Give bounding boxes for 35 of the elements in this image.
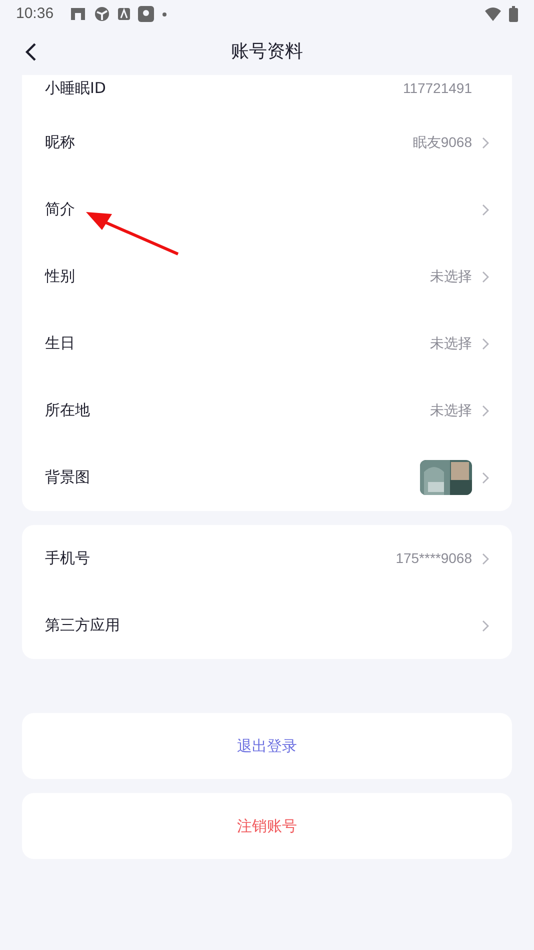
row-value: 眠友9068 xyxy=(412,133,472,152)
chevron-icon xyxy=(482,552,489,564)
chevron-icon xyxy=(482,620,489,632)
row-label: 小睡眠ID xyxy=(45,78,107,99)
battery-icon xyxy=(509,6,518,22)
row-value: 117721491 xyxy=(402,78,472,98)
chevron-icon xyxy=(482,404,489,416)
row-value: 未选择 xyxy=(430,267,472,286)
chevron-icon xyxy=(482,472,489,484)
row-value: 175****9068 xyxy=(396,549,472,568)
row-value: 未选择 xyxy=(430,401,472,420)
back-icon xyxy=(25,42,37,62)
status-time: 10:36 xyxy=(16,4,54,24)
chevron-icon xyxy=(482,136,489,148)
notification-icon xyxy=(70,6,86,22)
row-label: 所在地 xyxy=(45,400,91,422)
row-label: 手机号 xyxy=(45,548,91,570)
row-label: 昵称 xyxy=(45,132,76,154)
notification-icon xyxy=(138,6,154,22)
wifi-icon xyxy=(485,7,501,21)
row-value: 未选择 xyxy=(430,334,472,353)
row-label: 简介 xyxy=(45,199,76,220)
chevron-icon xyxy=(482,204,489,216)
row-label: 背景图 xyxy=(45,467,91,488)
delete-account-button[interactable]: 注销账号 xyxy=(22,793,512,859)
page-title: 账号资料 xyxy=(231,40,303,64)
row-label: 第三方应用 xyxy=(45,615,121,636)
logout-button[interactable]: 退出登录 xyxy=(22,713,512,779)
row-label: 性别 xyxy=(45,266,76,288)
chevron-icon xyxy=(482,338,489,350)
row-label: 生日 xyxy=(45,333,76,354)
dot-icon xyxy=(162,12,167,16)
notification-icon xyxy=(118,8,130,20)
chevron-icon xyxy=(482,270,489,282)
notification-icon xyxy=(94,6,110,22)
